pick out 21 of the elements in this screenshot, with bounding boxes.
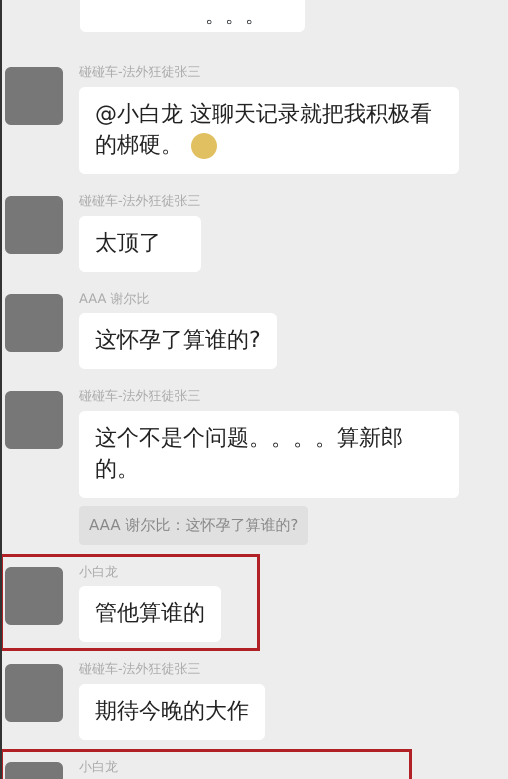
message-bubble: 期待今晚的大作 <box>79 684 265 740</box>
avatar <box>5 664 63 722</box>
message-bubble: 管他算谁的 <box>79 586 221 642</box>
quoted-message: AAA 谢尔比：这怀孕了算谁的? <box>79 506 308 545</box>
sender-name: 碰碰车-法外狂徒张三 <box>79 661 202 680</box>
sender-name: 碰碰车-法外狂徒张三 <box>79 193 201 212</box>
avatar <box>5 294 63 352</box>
message-bubble: 。。。 <box>80 0 305 32</box>
message-bubble: @小白龙 这聊天记录就把我积极看的梆硬。 <box>79 86 459 174</box>
sender-name: AAA 谢尔比 <box>79 290 151 309</box>
sender-name: 碰碰车-法外狂徒张三 <box>79 64 202 82</box>
sender-name: 小白龙 <box>79 758 118 777</box>
avatar <box>5 67 63 125</box>
message-bubble: 这怀孕了算谁的? <box>79 313 277 370</box>
message-bubble: 这个不是个问题。。。。算新郎的。 <box>79 410 459 498</box>
sender-name: 小白龙 <box>79 564 119 582</box>
avatar <box>5 391 63 450</box>
avatar <box>5 196 63 254</box>
sender-name: 碰碰车-法外狂徒张三 <box>79 388 202 406</box>
avatar <box>5 566 63 625</box>
message-bubble: 太顶了 <box>79 216 201 272</box>
